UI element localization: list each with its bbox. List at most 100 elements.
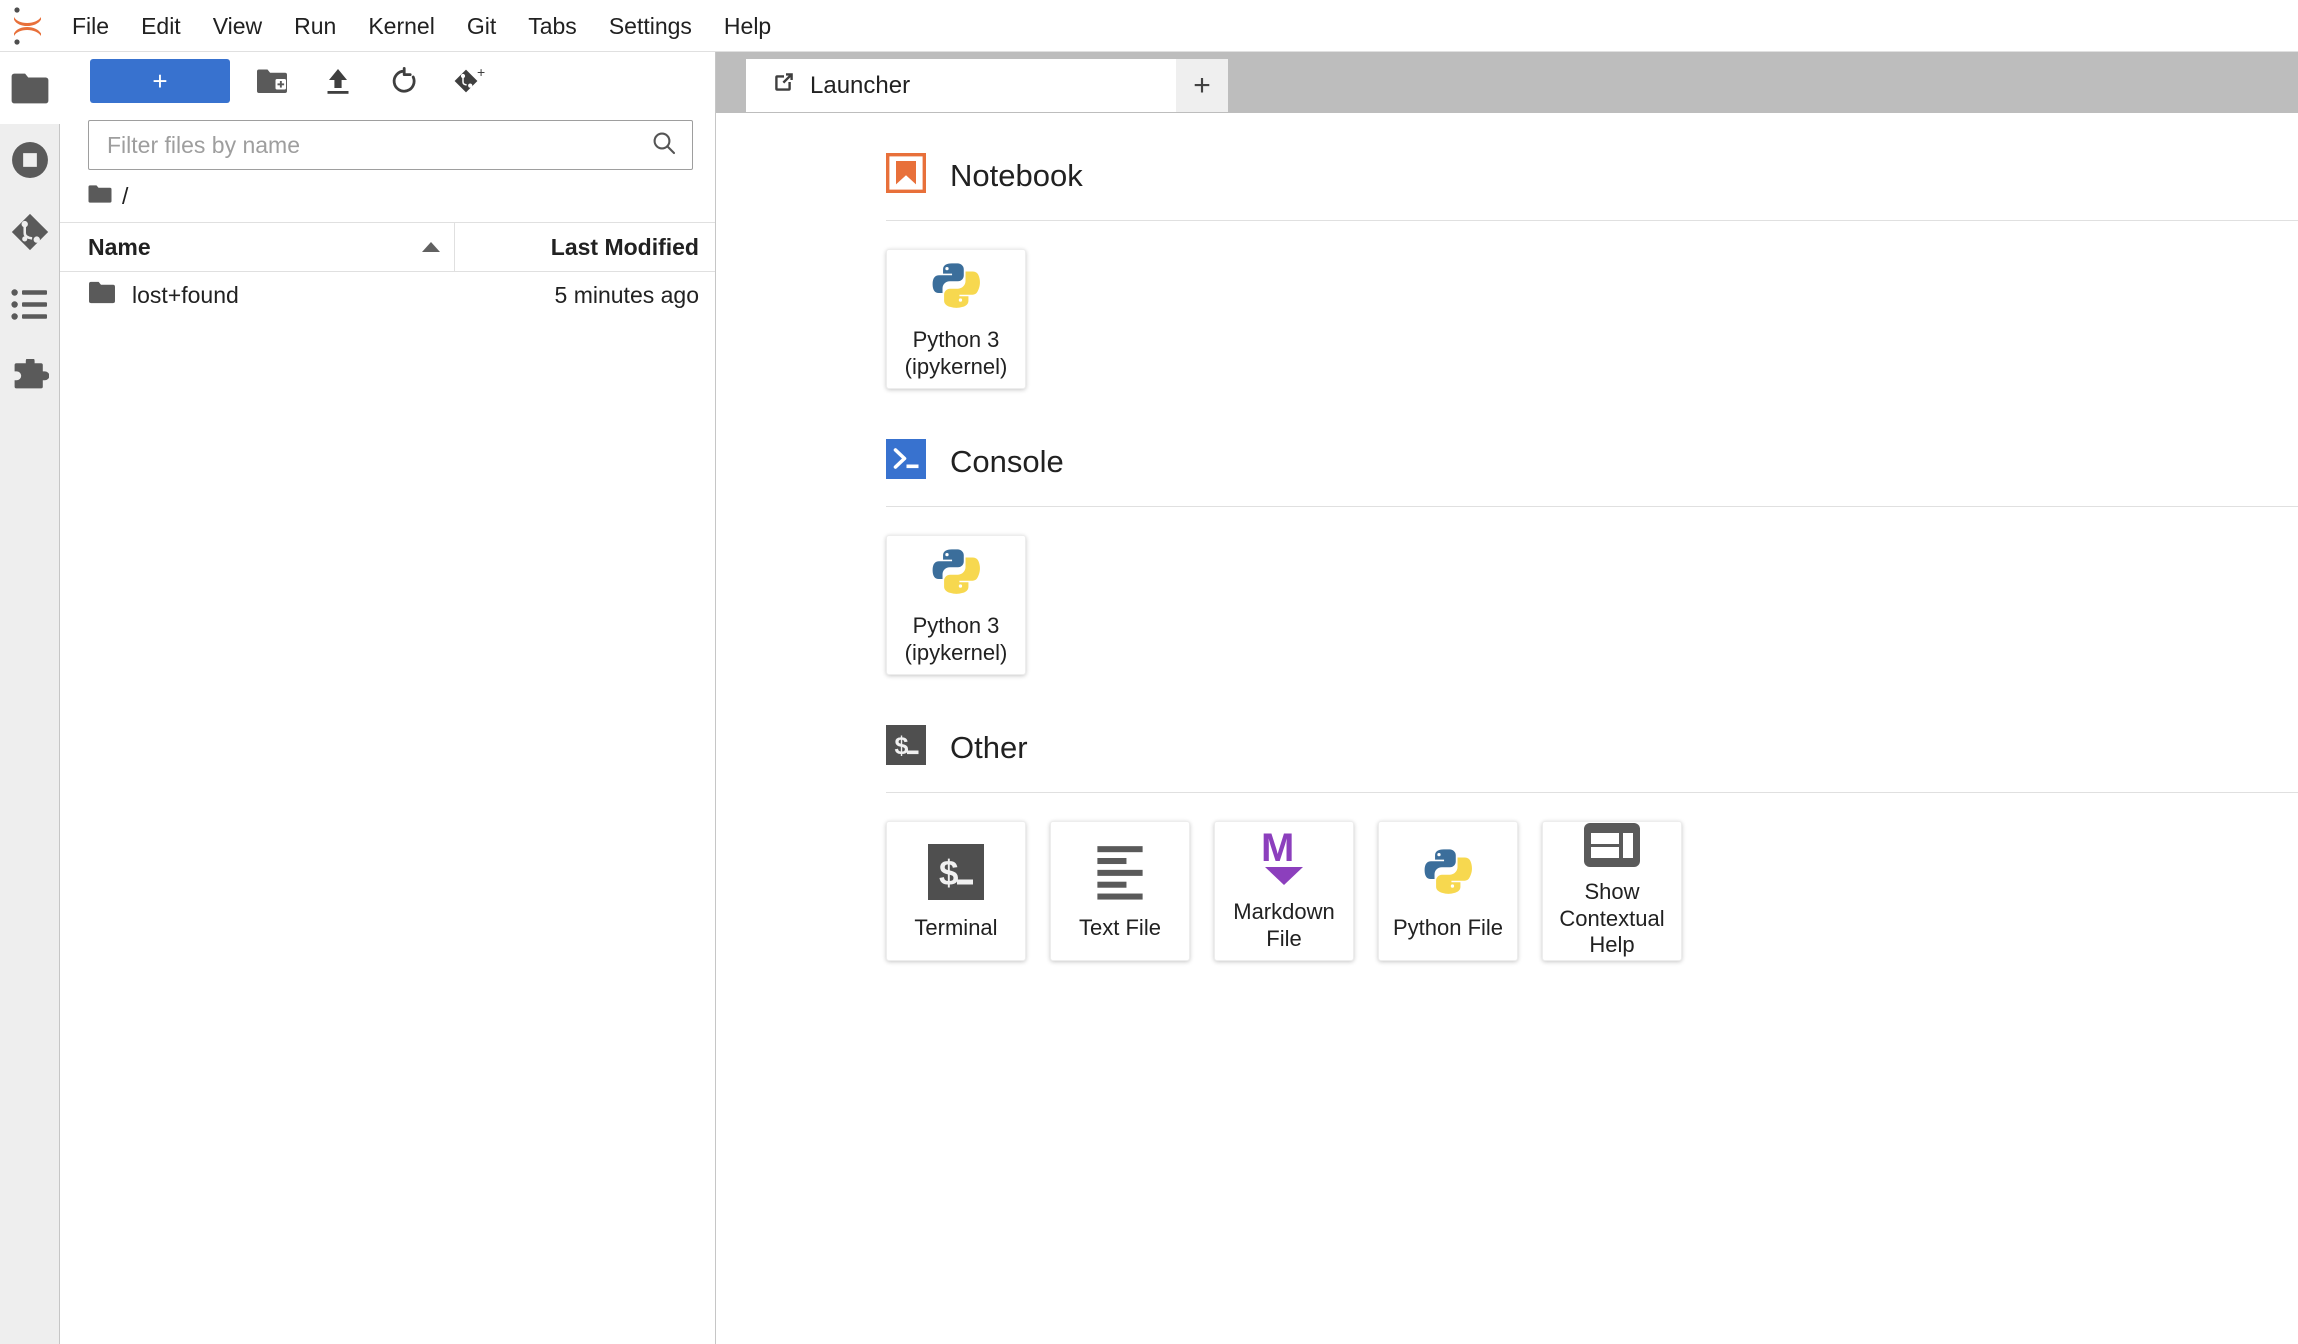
- launcher-card-label: Show Contextual Help: [1559, 878, 1665, 958]
- launcher-card-contextual-help[interactable]: Show Contextual Help: [1542, 821, 1682, 961]
- launcher-card-markdown-file[interactable]: M Markdown File: [1214, 821, 1354, 961]
- jupyter-logo-icon: [0, 0, 56, 52]
- tab-bar: Launcher +: [716, 52, 2298, 112]
- folder-icon[interactable]: [88, 183, 112, 210]
- file-name-label: lost+found: [132, 281, 239, 308]
- python-logo-icon: [1419, 841, 1477, 903]
- launcher-card-row: Python 3 (ipykernel): [886, 249, 2298, 435]
- launcher-card-python-file[interactable]: Python File: [1378, 821, 1518, 961]
- launcher-section: Console Python 3 (ipykernel): [886, 439, 2298, 721]
- notebook-bookmark-icon: [886, 153, 926, 198]
- column-header-name[interactable]: Name: [60, 223, 455, 271]
- menu-edit[interactable]: Edit: [125, 0, 197, 52]
- sort-ascending-icon: [422, 242, 440, 252]
- console-prompt-icon: [886, 439, 926, 484]
- refresh-icon[interactable]: [380, 59, 428, 103]
- launcher-panel: Notebook Python 3 (ipykernel) Console Python…: [716, 112, 2298, 1344]
- running-stop-icon: [11, 141, 49, 179]
- main-area: Launcher + Notebook Python 3 (ipykernel) Co…: [716, 52, 2298, 1344]
- launcher-card-label: Python File: [1392, 914, 1504, 940]
- section-divider: [886, 220, 2298, 221]
- markdown-icon: M: [1259, 829, 1309, 887]
- search-icon: [650, 129, 678, 162]
- section-divider: [886, 792, 2298, 793]
- menu-tabs[interactable]: Tabs: [512, 0, 593, 52]
- launcher-card-label: Python 3 (ipykernel): [904, 327, 1008, 379]
- tab-launcher-label: Launcher: [810, 71, 911, 99]
- menu-kernel[interactable]: Kernel: [352, 0, 450, 52]
- launcher-sections: Notebook Python 3 (ipykernel) Console Python…: [716, 153, 2298, 1007]
- sidebar-item-file-browser[interactable]: [0, 52, 60, 124]
- launcher-section-header: $ Other: [886, 725, 2298, 792]
- file-list-header: Name Last Modified: [60, 222, 715, 272]
- launcher-icon: [772, 70, 796, 101]
- launcher-card-row: $ Terminal Text File M Markdown File Python F…: [886, 821, 2298, 1007]
- launcher-card-label: Python 3 (ipykernel): [904, 613, 1008, 665]
- breadcrumb-root[interactable]: /: [122, 183, 128, 210]
- sidebar-item-running[interactable]: [0, 124, 59, 196]
- svg-text:+: +: [477, 66, 485, 80]
- tab-bar-empty-space: [1228, 59, 2298, 112]
- left-sidebar-rail: [0, 52, 60, 1344]
- file-row-name-cell: lost+found: [60, 280, 455, 311]
- text-file-icon: [1097, 841, 1143, 903]
- tab-launcher[interactable]: Launcher: [746, 59, 1176, 112]
- sidebar-item-extensions[interactable]: [0, 340, 59, 412]
- launcher-section-header: Console: [886, 439, 2298, 506]
- file-browser-panel: + + Filter files by name / Name Last Mod…: [60, 52, 716, 1344]
- svg-text:$: $: [939, 854, 958, 893]
- launcher-card-label: Terminal: [914, 914, 998, 940]
- sidebar-item-git[interactable]: [0, 196, 59, 268]
- table-row[interactable]: lost+found 5 minutes ago: [60, 272, 715, 318]
- column-header-last-modified[interactable]: Last Modified: [455, 234, 715, 261]
- sidebar-item-table-of-contents[interactable]: [0, 268, 59, 340]
- git-icon: [11, 213, 49, 251]
- launcher-section-header: Notebook: [886, 153, 2298, 220]
- menu-file[interactable]: File: [56, 0, 125, 52]
- puzzle-icon: [11, 359, 49, 393]
- new-launcher-button[interactable]: +: [90, 59, 230, 103]
- launcher-card-text-file[interactable]: Text File: [1050, 821, 1190, 961]
- git-clone-icon[interactable]: +: [446, 59, 494, 103]
- file-browser-toolbar: + +: [60, 52, 715, 110]
- launcher-section-title: Notebook: [950, 157, 1083, 193]
- python-logo-icon: [927, 543, 985, 601]
- toc-list-icon: [10, 288, 49, 321]
- column-header-name-label: Name: [88, 233, 151, 260]
- new-folder-icon[interactable]: [248, 59, 296, 103]
- launcher-section-title: Console: [950, 443, 1064, 479]
- menu-help[interactable]: Help: [708, 0, 787, 52]
- launcher-section: $ Other $ Terminal Text File M Markdown File Py…: [886, 725, 2298, 1007]
- launcher-section-title: Other: [950, 729, 1028, 765]
- terminal-dollar-icon: $: [886, 725, 926, 770]
- menu-run[interactable]: Run: [278, 0, 352, 52]
- svg-text:M: M: [1261, 829, 1294, 870]
- svg-text:$: $: [895, 732, 909, 760]
- contextual-help-icon: [1584, 822, 1640, 867]
- file-last-modified-label: 5 minutes ago: [554, 281, 699, 308]
- launcher-card-notebook-python3[interactable]: Python 3 (ipykernel): [886, 249, 1026, 389]
- terminal-dollar-icon: $: [928, 841, 984, 903]
- launcher-card-console-python3[interactable]: Python 3 (ipykernel): [886, 535, 1026, 675]
- filter-files-input[interactable]: [107, 131, 650, 159]
- launcher-card-label: Markdown File: [1233, 899, 1335, 951]
- file-list: lost+found 5 minutes ago: [60, 272, 715, 1344]
- upload-icon[interactable]: [314, 59, 362, 103]
- python-logo-icon: [927, 257, 985, 315]
- launcher-section: Notebook Python 3 (ipykernel): [886, 153, 2298, 435]
- breadcrumb: /: [60, 170, 715, 222]
- menu-settings[interactable]: Settings: [593, 0, 708, 52]
- launcher-card-label: Text File: [1079, 914, 1161, 940]
- menu-view[interactable]: View: [197, 0, 278, 52]
- menu-git[interactable]: Git: [451, 0, 512, 52]
- launcher-card-terminal[interactable]: $ Terminal: [886, 821, 1026, 961]
- menu-bar: File Edit View Run Kernel Git Tabs Settings Help: [0, 0, 2298, 52]
- application-shell: + + Filter files by name / Name Last Mod…: [0, 52, 2298, 1344]
- section-divider: [886, 506, 2298, 507]
- file-filter-box[interactable]: [88, 120, 693, 170]
- launcher-card-row: Python 3 (ipykernel): [886, 535, 2298, 721]
- file-filter-wrapper: [60, 110, 715, 170]
- folder-icon: [10, 71, 50, 106]
- folder-icon: [88, 280, 116, 311]
- new-tab-button[interactable]: +: [1176, 59, 1228, 112]
